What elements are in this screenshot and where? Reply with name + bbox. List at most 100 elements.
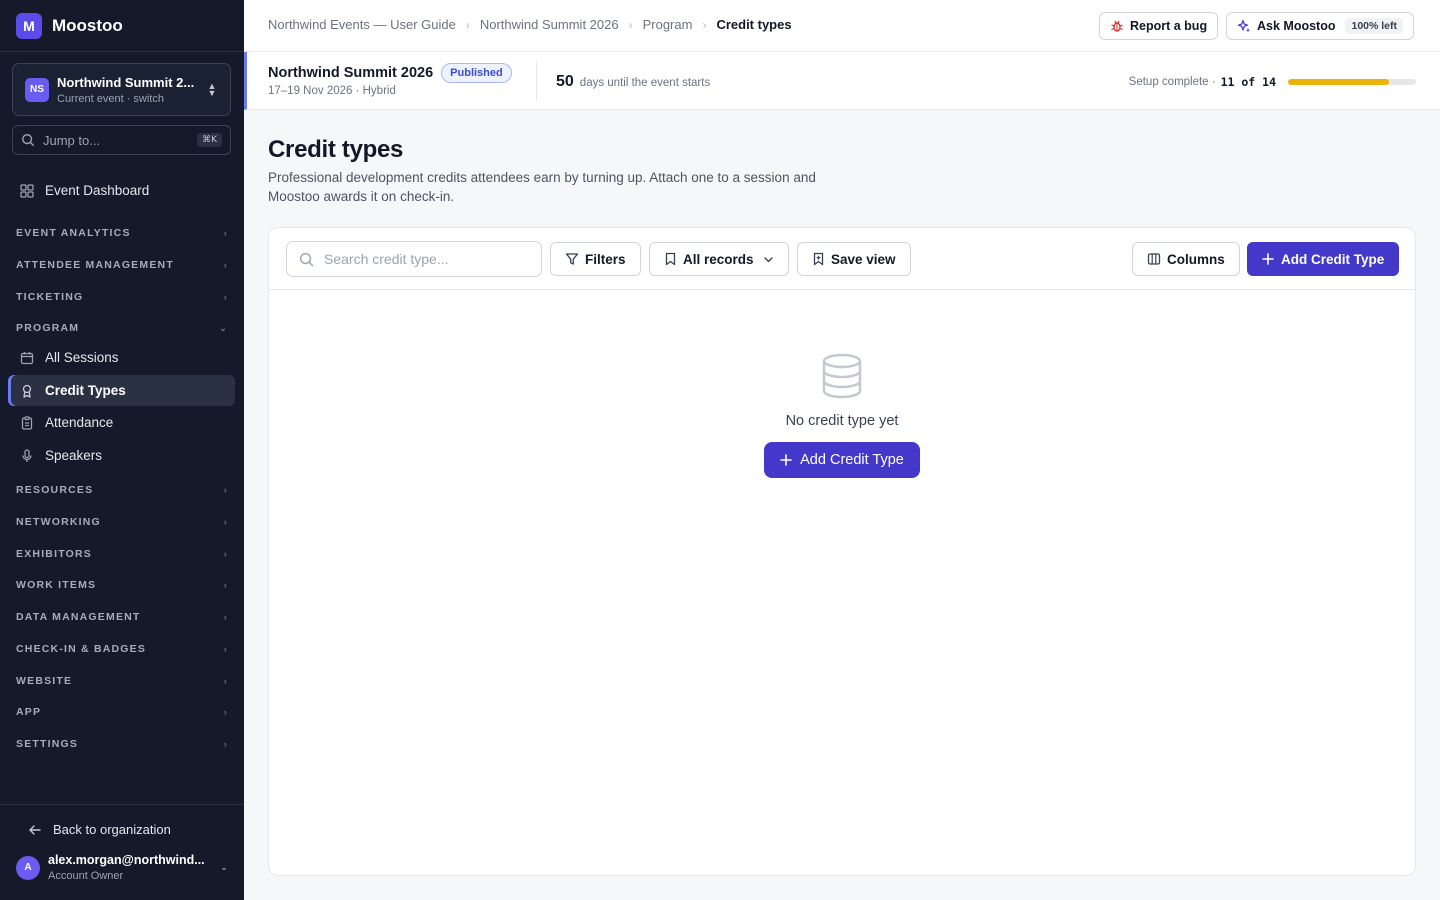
divider (536, 61, 537, 101)
chevron-right-icon: › (223, 676, 228, 686)
nav-section-settings[interactable]: SETTINGS › (16, 736, 228, 752)
nav-event-dashboard[interactable]: Event Dashboard (8, 175, 235, 206)
nav-section-resources[interactable]: RESOURCES › (16, 482, 228, 498)
chevron-up-down-icon: ▲ ▼ (207, 80, 217, 98)
nav-section-event-analytics[interactable]: EVENT ANALYTICS › (16, 225, 228, 241)
chevron-right-icon: › (465, 17, 470, 32)
nav-section-program[interactable]: PROGRAM ⌄ (16, 320, 228, 336)
chevron-right-icon: › (223, 549, 228, 559)
chevron-right-icon: › (223, 580, 228, 590)
countdown-days: 50 (556, 73, 574, 90)
nav-all-sessions[interactable]: All Sessions (8, 342, 235, 373)
nav-section-app[interactable]: APP › (16, 704, 228, 720)
plus-icon (780, 454, 792, 466)
nav-label: All Sessions (45, 350, 119, 365)
nav-attendance[interactable]: Attendance (8, 407, 235, 438)
back-label: Back to organization (53, 822, 171, 837)
search-input[interactable] (324, 251, 524, 267)
jump-placeholder: Jump to... (43, 132, 101, 148)
chevron-right-icon: › (223, 739, 228, 749)
chevron-down-icon (763, 256, 773, 262)
section-label: PROGRAM (16, 322, 80, 334)
save-view-button[interactable]: Save view (797, 242, 911, 276)
event-switcher[interactable]: NS Northwind Summit 2... Current event ·… (12, 63, 231, 116)
award-icon (20, 384, 34, 398)
filters-label: Filters (585, 251, 626, 267)
credit-types-panel: Filters All records Save view Columns Ad… (268, 227, 1416, 876)
save-view-label: Save view (831, 251, 896, 267)
section-label: DATA MANAGEMENT (16, 611, 141, 623)
countdown-label: days until the event starts (579, 77, 711, 89)
jump-to-search[interactable]: Jump to... ⌘K (12, 125, 231, 155)
sidebar-footer: Back to organization A alex.morgan@north… (0, 804, 244, 900)
chevron-right-icon: › (702, 17, 707, 32)
columns-button[interactable]: Columns (1132, 242, 1240, 276)
calendar-icon (20, 351, 34, 365)
search-icon (299, 252, 314, 266)
nav-label: Event Dashboard (45, 183, 150, 198)
nav-section-checkin-badges[interactable]: CHECK-IN & BADGES › (16, 641, 228, 657)
report-bug-label: Report a bug (1130, 19, 1208, 33)
chevron-down-icon: ⌄ (219, 322, 228, 333)
breadcrumb: Northwind Events — User Guide › Northwin… (268, 17, 792, 32)
arrow-left-icon (29, 824, 41, 835)
progress-bar (1288, 79, 1416, 85)
bookmark-plus-icon (813, 252, 824, 266)
nav-label: Speakers (45, 448, 103, 463)
chevron-right-icon: › (223, 292, 228, 302)
event-dates: 17–19 Nov 2026 · Hybrid (268, 85, 396, 97)
ask-label: Ask Moostoo (1257, 19, 1336, 33)
nav-speakers[interactable]: Speakers (8, 440, 235, 471)
nav-section-website[interactable]: WEBSITE › (16, 673, 228, 689)
section-label: ATTENDEE MANAGEMENT (16, 259, 174, 271)
nav-section-networking[interactable]: NETWORKING › (16, 514, 228, 530)
empty-state-message: No credit type yet (785, 413, 899, 429)
back-to-organization-link[interactable]: Back to organization (28, 822, 171, 837)
nav-section-ticketing[interactable]: TICKETING › (16, 289, 228, 305)
brand[interactable]: M Moostoo (0, 0, 244, 52)
chevron-right-icon: › (223, 707, 228, 717)
nav-credit-types[interactable]: Credit Types (8, 375, 235, 406)
microphone-icon (20, 448, 34, 463)
section-label: CHECK-IN & BADGES (16, 643, 147, 655)
empty-add-credit-type-button[interactable]: Add Credit Type (764, 442, 920, 478)
status-badge: Published (441, 63, 512, 83)
clipboard-icon (20, 415, 34, 430)
chevron-right-icon: › (628, 17, 633, 32)
progress-fill (1288, 79, 1389, 85)
user-menu[interactable]: A alex.morgan@northwind... Account Owner… (16, 853, 230, 882)
add-credit-type-button[interactable]: Add Credit Type (1247, 242, 1400, 276)
chevron-right-icon: › (223, 260, 228, 270)
nav-section-exhibitors[interactable]: EXHIBITORS › (16, 546, 228, 562)
event-name: Northwind Summit 2026 (268, 65, 434, 81)
breadcrumb-current: Credit types (716, 17, 792, 32)
chevron-right-icon: › (223, 517, 228, 527)
add-credit-type-label: Add Credit Type (1281, 251, 1385, 267)
chevron-right-icon: › (223, 644, 228, 654)
section-label: NETWORKING (16, 516, 101, 528)
setup-progress[interactable]: Setup complete · 11 of 14 (1129, 75, 1416, 89)
nav-section-data-management[interactable]: DATA MANAGEMENT › (16, 609, 228, 625)
section-label: TICKETING (16, 291, 84, 303)
page-description: Professional development credits attende… (268, 170, 816, 204)
breadcrumb-item[interactable]: Northwind Summit 2026 (480, 17, 619, 32)
section-label: WEBSITE (16, 675, 73, 687)
empty-add-label: Add Credit Type (800, 452, 904, 468)
breadcrumb-item[interactable]: Northwind Events — User Guide (268, 17, 456, 32)
sparkles-icon (1237, 19, 1250, 33)
filters-button[interactable]: Filters (550, 242, 641, 276)
chevron-down-icon: ⌄ (220, 862, 228, 872)
nav-section-attendee-management[interactable]: ATTENDEE MANAGEMENT › (16, 257, 228, 273)
records-label: All records (683, 251, 754, 267)
section-label: EXHIBITORS (16, 548, 92, 560)
section-label: EVENT ANALYTICS (16, 227, 131, 239)
search-box[interactable] (286, 241, 542, 277)
ask-moostoo-button[interactable]: Ask Moostoo 100% left (1226, 12, 1415, 40)
setup-value: 11 of 14 (1220, 75, 1276, 89)
records-view-dropdown[interactable]: All records (649, 242, 789, 276)
page-title: Credit types (268, 136, 404, 163)
report-bug-button[interactable]: Report a bug (1099, 12, 1219, 40)
nav-section-work-items[interactable]: WORK ITEMS › (16, 577, 228, 593)
columns-icon (1147, 253, 1161, 265)
breadcrumb-item[interactable]: Program (643, 17, 693, 32)
